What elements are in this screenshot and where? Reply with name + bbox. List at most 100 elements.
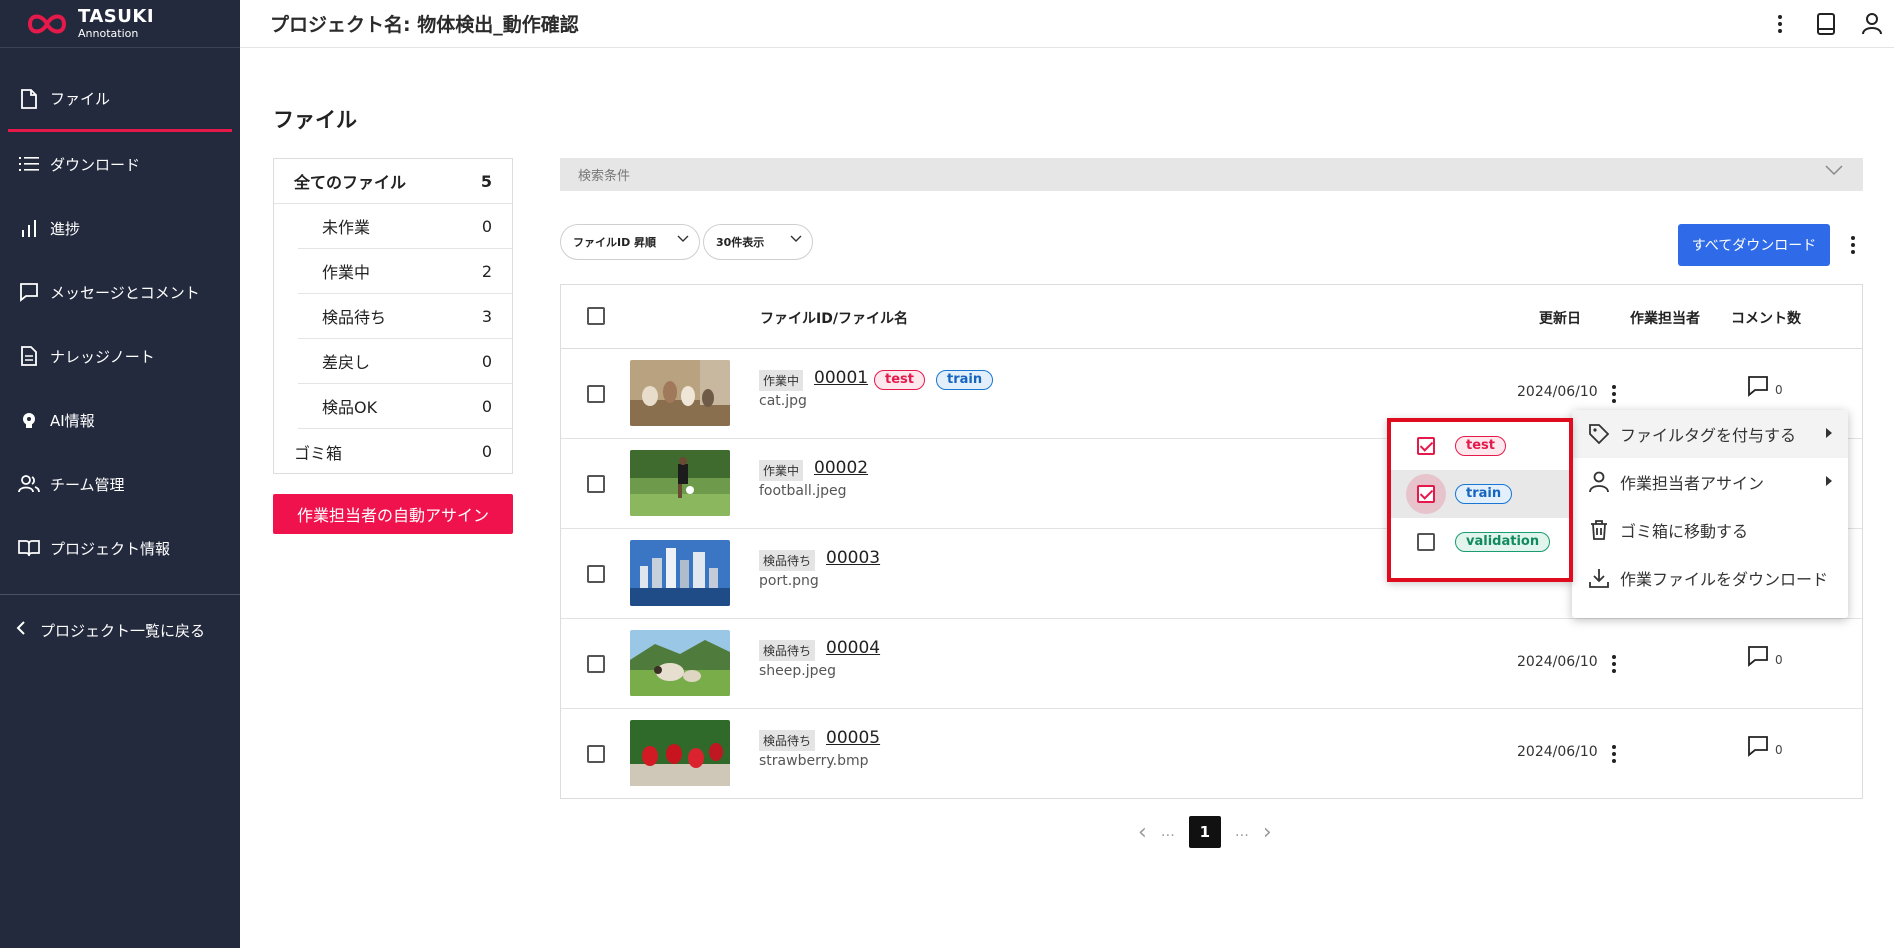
column-header-assignee: 作業担当者 [1630, 311, 1700, 327]
sidebar-item-label: ファイル [50, 90, 111, 108]
comment-icon [1748, 736, 1768, 757]
sidebar-item-progress[interactable]: 進捗 [0, 196, 240, 260]
file-tag: train [936, 370, 994, 390]
sidebar: TASUKI Annotation ファイル ダウンロード 進捗 メッセージとコ… [0, 0, 240, 948]
manual-book-icon[interactable] [1814, 12, 1838, 36]
prev-page-button[interactable]: ‹ [1138, 820, 1147, 845]
thumbnail-football[interactable] [630, 450, 730, 516]
row-checkbox[interactable] [587, 385, 605, 403]
file-id-link[interactable]: 00001 [814, 368, 868, 388]
status-label: 検品OK [322, 398, 378, 417]
status-count: 0 [481, 396, 492, 416]
row-checkbox[interactable] [587, 475, 605, 493]
more-menu-icon[interactable] [1768, 12, 1792, 36]
row-checkbox[interactable] [587, 655, 605, 673]
row-menu-icon[interactable] [1604, 382, 1624, 406]
search-conditions-toggle[interactable]: 検索条件 [560, 158, 1863, 191]
tag-option-label: validation [1455, 532, 1551, 552]
sidebar-item-files[interactable]: ファイル [8, 68, 232, 132]
file-tag-submenu: test train validation [1387, 418, 1573, 582]
current-page[interactable]: 1 [1188, 816, 1221, 848]
sidebar-item-messages[interactable]: メッセージとコメント [0, 260, 240, 324]
status-label: 差戻し [322, 353, 371, 372]
tag-option-label: test [1455, 436, 1506, 456]
status-filter-not-started[interactable]: 未作業 0 [298, 204, 512, 249]
file-tag: test [874, 370, 925, 390]
logo-title: TASUKI [78, 6, 155, 27]
more-options-icon[interactable] [1843, 233, 1863, 257]
ai-icon [18, 409, 40, 431]
tag-checkbox[interactable] [1417, 485, 1435, 503]
file-id-link[interactable]: 00004 [826, 638, 880, 658]
row-menu-icon[interactable] [1604, 652, 1624, 676]
tag-checkbox[interactable] [1417, 437, 1435, 455]
sidebar-item-team[interactable]: チーム管理 [0, 452, 240, 516]
file-status-badge: 作業中 [759, 460, 804, 481]
menu-item-label: 作業担当者アサイン [1620, 474, 1765, 493]
row-menu-icon[interactable] [1604, 742, 1624, 766]
tag-icon [1589, 424, 1610, 445]
status-filter-returned[interactable]: 差戻し 0 [298, 339, 512, 384]
comment-count[interactable]: 0 [1747, 645, 1783, 667]
status-filter-inspection-ok[interactable]: 検品OK 0 [298, 384, 512, 429]
table-row[interactable]: 検品待ち 00004 sheep.jpeg 2024/06/10 0 [561, 619, 1862, 709]
status-count: 3 [481, 306, 492, 326]
tag-option-test[interactable]: test [1391, 422, 1569, 470]
next-page-button[interactable]: › [1263, 820, 1272, 845]
chevron-down-icon [677, 235, 689, 242]
logo[interactable]: TASUKI Annotation [0, 0, 240, 48]
tag-option-validation[interactable]: validation [1391, 518, 1569, 566]
table-row[interactable]: 検品待ち 00005 strawberry.bmp 2024/06/10 0 [561, 709, 1862, 799]
select-all-checkbox[interactable] [587, 307, 605, 325]
file-name: sheep.jpeg [759, 663, 837, 679]
status-label: 全てのファイル [294, 173, 407, 192]
chevron-left-icon [16, 620, 26, 640]
trash-icon [1591, 520, 1607, 540]
file-id-link[interactable]: 00003 [826, 548, 880, 568]
comment-icon [1748, 376, 1768, 397]
thumbnail-cats[interactable] [630, 360, 730, 426]
download-icon [1589, 569, 1609, 588]
status-filter-trash[interactable]: ゴミ箱 0 [274, 429, 512, 474]
comment-count[interactable]: 0 [1747, 375, 1783, 397]
tag-option-train[interactable]: train [1391, 470, 1569, 518]
back-label: プロジェクト一覧に戻る [40, 621, 206, 640]
thumbnail-sheep[interactable] [630, 630, 730, 696]
add-file-tag-menu-item[interactable]: ファイルタグを付与する [1572, 410, 1848, 458]
comment-count-value: 0 [1775, 743, 1783, 757]
sidebar-item-knowledge[interactable]: ナレッジノート [0, 324, 240, 388]
account-icon[interactable] [1860, 12, 1884, 36]
list-icon [18, 153, 40, 175]
row-context-menu: ファイルタグを付与する 作業担当者アサイン ゴミ箱に移動する 作業ファイルをダウ… [1572, 410, 1848, 618]
status-filter-awaiting-inspection[interactable]: 検品待ち 3 [298, 294, 512, 339]
file-id-link[interactable]: 00002 [814, 458, 868, 478]
sidebar-item-download[interactable]: ダウンロード [0, 132, 240, 196]
status-filter-panel: 全てのファイル 5 未作業 0 作業中 2 検品待ち 3 差戻し 0 検品OK … [273, 158, 513, 474]
download-work-file-menu-item[interactable]: 作業ファイルをダウンロード [1572, 554, 1848, 602]
sidebar-item-ai-info[interactable]: AI情報 [0, 388, 240, 452]
tag-checkbox[interactable] [1417, 533, 1435, 551]
back-to-projects-link[interactable]: プロジェクト一覧に戻る [0, 595, 240, 665]
pagination-ellipsis: … [1234, 824, 1249, 840]
assign-worker-menu-item[interactable]: 作業担当者アサイン [1572, 458, 1848, 506]
file-id-link[interactable]: 00005 [826, 728, 880, 748]
comment-count[interactable]: 0 [1747, 735, 1783, 757]
thumbnail-port[interactable] [630, 540, 730, 606]
status-filter-in-progress[interactable]: 作業中 2 [298, 249, 512, 294]
tasuki-logo-icon [27, 14, 67, 33]
row-checkbox[interactable] [587, 565, 605, 583]
move-to-trash-menu-item[interactable]: ゴミ箱に移動する [1572, 506, 1848, 554]
chevron-down-icon [1825, 165, 1843, 176]
file-status-badge: 作業中 [759, 370, 804, 391]
status-filter-all[interactable]: 全てのファイル 5 [274, 159, 512, 204]
comment-icon [1748, 646, 1768, 667]
download-all-button[interactable]: すべてダウンロード [1678, 224, 1830, 266]
row-checkbox[interactable] [587, 745, 605, 763]
per-page-select[interactable]: 30件表示 [703, 224, 813, 260]
auto-assign-button[interactable]: 作業担当者の自動アサイン [273, 494, 513, 534]
thumbnail-strawberry[interactable] [630, 720, 730, 786]
column-header-comments: コメント数 [1731, 311, 1801, 327]
sort-select[interactable]: ファイルID 昇順 [560, 224, 700, 260]
sidebar-item-project-info[interactable]: プロジェクト情報 [0, 516, 240, 580]
message-icon [18, 281, 40, 303]
